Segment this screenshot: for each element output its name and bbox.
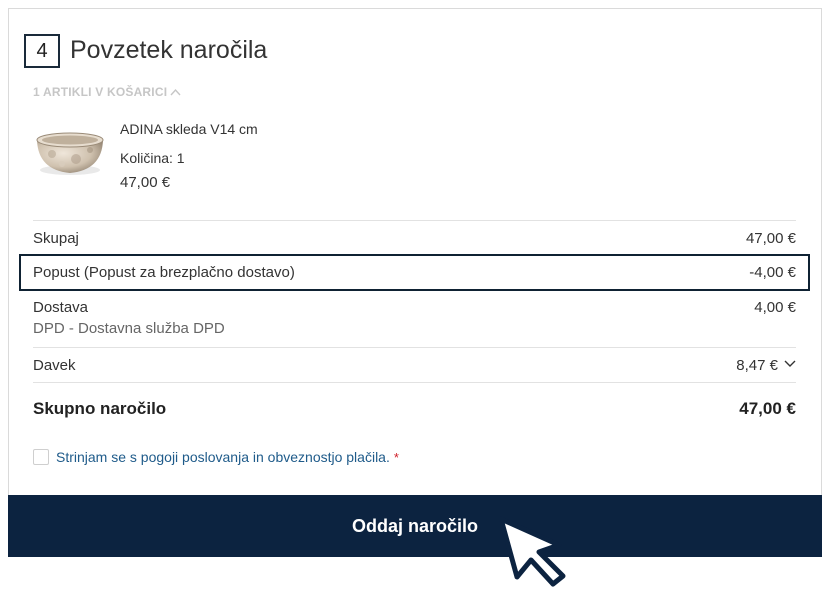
divider — [33, 220, 796, 221]
place-order-button[interactable]: Oddaj naročilo — [8, 495, 822, 557]
subtotal-value: 47,00 € — [745, 230, 796, 247]
product-thumbnail — [36, 132, 104, 175]
total-label: Skupno naročilo — [33, 399, 167, 418]
product-price: 47,00 € — [120, 174, 171, 191]
shipping-method: DPD - Dostavna služba DPD — [33, 320, 225, 337]
discount-value: -4,00 € — [749, 264, 796, 281]
tax-row[interactable]: Davek 8,47 € — [33, 357, 796, 374]
discount-row: Popust (Popust za brezplačno dostavo) -4… — [33, 264, 796, 281]
pointer-cursor-icon — [498, 516, 566, 587]
step-number-badge: 4 — [24, 34, 60, 68]
total-row: Skupno naročilo 47,00 € — [33, 399, 796, 419]
total-value: 47,00 € — [739, 399, 796, 418]
cart-items-toggle[interactable]: 1 ARTIKLI V KOŠARICI — [33, 85, 181, 99]
tax-value: 8,47 € — [736, 357, 778, 374]
product-quantity: Količina: 1 — [120, 150, 185, 166]
discount-label: Popust (Popust za brezplačno dostavo) — [33, 264, 295, 281]
shipping-row: Dostava 4,00 € — [33, 299, 796, 316]
shipping-label: Dostava — [33, 299, 89, 316]
product-name: ADINA skleda V14 cm — [120, 121, 258, 137]
cart-count-label: 1 ARTIKLI V KOŠARICI — [33, 85, 168, 99]
chevron-up-icon — [170, 88, 181, 96]
required-marker: * — [393, 450, 399, 465]
subtotal-label: Skupaj — [33, 230, 79, 247]
tax-label: Davek — [33, 357, 76, 374]
divider — [33, 347, 796, 348]
terms-checkbox[interactable] — [33, 449, 49, 465]
shipping-value: 4,00 € — [754, 299, 796, 316]
section-title: Povzetek naročila — [70, 36, 268, 64]
subtotal-row: Skupaj 47,00 € — [33, 230, 796, 247]
terms-agreement[interactable]: Strinjam se s pogoji poslovanja in obvez… — [33, 449, 399, 465]
terms-label[interactable]: Strinjam se s pogoji poslovanja in obvez… — [56, 449, 399, 465]
divider — [33, 382, 796, 383]
chevron-down-icon[interactable] — [784, 360, 796, 368]
